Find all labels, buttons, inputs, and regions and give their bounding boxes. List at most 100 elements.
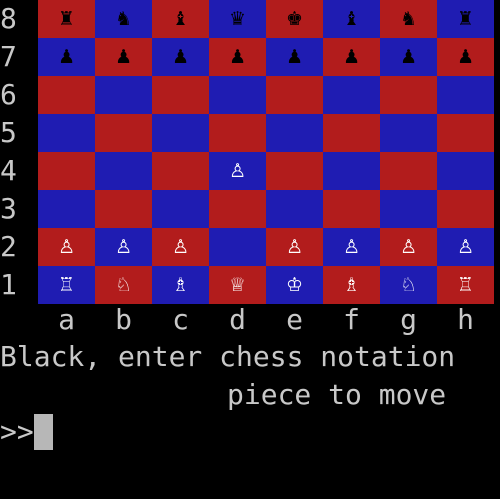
square-f6[interactable]: [323, 76, 380, 114]
square-a7[interactable]: ♟: [38, 38, 95, 76]
square-b1[interactable]: ♘: [95, 266, 152, 304]
black-piece-b8[interactable]: ♞: [115, 9, 132, 29]
square-b4[interactable]: [95, 152, 152, 190]
square-h2[interactable]: ♙: [437, 228, 494, 266]
square-a5[interactable]: [38, 114, 95, 152]
square-b2[interactable]: ♙: [95, 228, 152, 266]
square-b6[interactable]: [95, 76, 152, 114]
black-piece-b7[interactable]: ♟: [115, 47, 132, 67]
square-c5[interactable]: [152, 114, 209, 152]
square-h1[interactable]: ♖: [437, 266, 494, 304]
black-piece-a7[interactable]: ♟: [58, 47, 75, 67]
square-h8[interactable]: ♜: [437, 0, 494, 38]
square-f8[interactable]: ♝: [323, 0, 380, 38]
black-piece-g8[interactable]: ♞: [400, 9, 417, 29]
square-d2[interactable]: [209, 228, 266, 266]
white-piece-d1[interactable]: ♕: [229, 275, 246, 295]
white-piece-f2[interactable]: ♙: [343, 237, 360, 257]
square-b3[interactable]: [95, 190, 152, 228]
white-piece-g2[interactable]: ♙: [400, 237, 417, 257]
square-d5[interactable]: [209, 114, 266, 152]
square-d6[interactable]: [209, 76, 266, 114]
square-a6[interactable]: [38, 76, 95, 114]
white-piece-a1[interactable]: ♖: [58, 275, 75, 295]
white-piece-d4[interactable]: ♙: [229, 161, 246, 181]
square-e1[interactable]: ♔: [266, 266, 323, 304]
square-f1[interactable]: ♗: [323, 266, 380, 304]
square-c2[interactable]: ♙: [152, 228, 209, 266]
square-a4[interactable]: [38, 152, 95, 190]
square-g4[interactable]: [380, 152, 437, 190]
square-h6[interactable]: [437, 76, 494, 114]
white-piece-f1[interactable]: ♗: [343, 275, 360, 295]
square-f4[interactable]: [323, 152, 380, 190]
black-piece-a8[interactable]: ♜: [58, 9, 75, 29]
black-piece-h7[interactable]: ♟: [457, 47, 474, 67]
white-piece-g1[interactable]: ♘: [400, 275, 417, 295]
black-piece-e7[interactable]: ♟: [286, 47, 303, 67]
white-piece-h2[interactable]: ♙: [457, 237, 474, 257]
square-e8[interactable]: ♚: [266, 0, 323, 38]
square-g3[interactable]: [380, 190, 437, 228]
black-piece-c8[interactable]: ♝: [172, 9, 189, 29]
square-g1[interactable]: ♘: [380, 266, 437, 304]
rank-label-2: 2: [0, 230, 17, 263]
square-d8[interactable]: ♛: [209, 0, 266, 38]
square-f3[interactable]: [323, 190, 380, 228]
square-f2[interactable]: ♙: [323, 228, 380, 266]
square-d7[interactable]: ♟: [209, 38, 266, 76]
square-h4[interactable]: [437, 152, 494, 190]
black-piece-d8[interactable]: ♛: [229, 9, 246, 29]
square-h5[interactable]: [437, 114, 494, 152]
square-g7[interactable]: ♟: [380, 38, 437, 76]
square-h7[interactable]: ♟: [437, 38, 494, 76]
white-piece-h1[interactable]: ♖: [457, 275, 474, 295]
square-c1[interactable]: ♗: [152, 266, 209, 304]
black-piece-d7[interactable]: ♟: [229, 47, 246, 67]
square-a1[interactable]: ♖: [38, 266, 95, 304]
square-g2[interactable]: ♙: [380, 228, 437, 266]
black-piece-g7[interactable]: ♟: [400, 47, 417, 67]
square-a8[interactable]: ♜: [38, 0, 95, 38]
white-piece-e2[interactable]: ♙: [286, 237, 303, 257]
square-h3[interactable]: [437, 190, 494, 228]
white-piece-a2[interactable]: ♙: [58, 237, 75, 257]
white-piece-c2[interactable]: ♙: [172, 237, 189, 257]
black-piece-h8[interactable]: ♜: [457, 9, 474, 29]
square-f7[interactable]: ♟: [323, 38, 380, 76]
white-piece-b2[interactable]: ♙: [115, 237, 132, 257]
square-b8[interactable]: ♞: [95, 0, 152, 38]
square-a3[interactable]: [38, 190, 95, 228]
square-d1[interactable]: ♕: [209, 266, 266, 304]
square-e5[interactable]: [266, 114, 323, 152]
black-piece-c7[interactable]: ♟: [172, 47, 189, 67]
square-f5[interactable]: [323, 114, 380, 152]
white-piece-c1[interactable]: ♗: [172, 275, 189, 295]
square-c4[interactable]: [152, 152, 209, 190]
square-e6[interactable]: [266, 76, 323, 114]
black-piece-e8[interactable]: ♚: [286, 9, 303, 29]
square-e3[interactable]: [266, 190, 323, 228]
square-d3[interactable]: [209, 190, 266, 228]
square-c8[interactable]: ♝: [152, 0, 209, 38]
square-c3[interactable]: [152, 190, 209, 228]
white-piece-e1[interactable]: ♔: [286, 275, 303, 295]
white-piece-b1[interactable]: ♘: [115, 275, 132, 295]
black-piece-f8[interactable]: ♝: [343, 9, 360, 29]
square-g6[interactable]: [380, 76, 437, 114]
rank-label-1: 1: [0, 268, 17, 301]
square-g8[interactable]: ♞: [380, 0, 437, 38]
square-e2[interactable]: ♙: [266, 228, 323, 266]
command-input-line[interactable]: >>: [0, 413, 53, 451]
square-c6[interactable]: [152, 76, 209, 114]
square-b7[interactable]: ♟: [95, 38, 152, 76]
square-a2[interactable]: ♙: [38, 228, 95, 266]
square-e7[interactable]: ♟: [266, 38, 323, 76]
square-e4[interactable]: [266, 152, 323, 190]
black-piece-f7[interactable]: ♟: [343, 47, 360, 67]
square-b5[interactable]: [95, 114, 152, 152]
square-d4[interactable]: ♙: [209, 152, 266, 190]
square-g5[interactable]: [380, 114, 437, 152]
square-c7[interactable]: ♟: [152, 38, 209, 76]
text-cursor[interactable]: [33, 414, 53, 450]
